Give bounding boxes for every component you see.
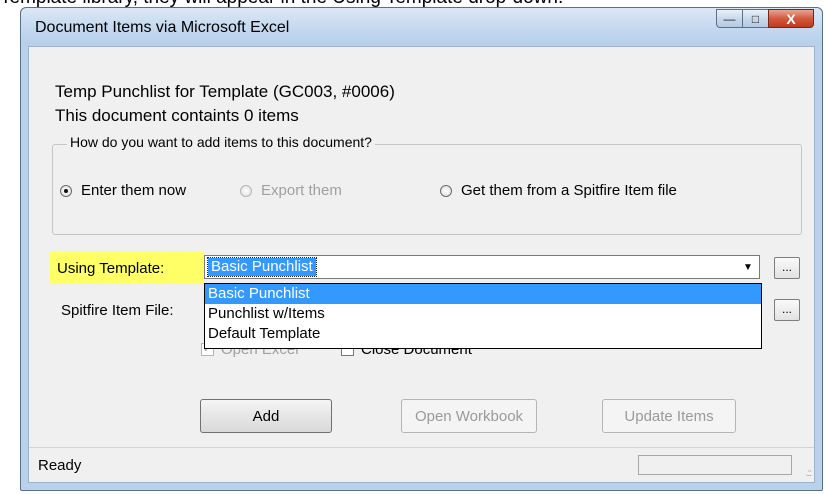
dialog-window: Document Items via Microsoft Excel — □ X… xyxy=(20,7,823,491)
dropdown-option[interactable]: Default Template xyxy=(205,324,761,344)
template-dropdown-list: Basic Punchlist Punchlist w/Items Defaul… xyxy=(204,283,762,349)
document-item-count: This document containts 0 items xyxy=(55,106,299,125)
radio-export[interactable]: Export them xyxy=(240,182,342,199)
add-method-legend: How do you want to add items to this doc… xyxy=(67,134,375,150)
template-browse-button[interactable]: ... xyxy=(774,257,800,279)
dialog-body: Temp Punchlist for Template (GC003, #000… xyxy=(28,46,815,483)
radio-label: Export them xyxy=(261,182,342,199)
radio-item-file[interactable]: Get them from a Spitfire Item file xyxy=(440,182,677,199)
caption-buttons: — □ X xyxy=(716,9,814,29)
window-title: Document Items via Microsoft Excel xyxy=(35,19,290,36)
radio-dot-icon xyxy=(60,184,72,197)
add-button[interactable]: Add xyxy=(200,399,332,433)
status-panel xyxy=(638,455,792,475)
item-file-label: Spitfire Item File: xyxy=(61,302,174,319)
template-label: Using Template: xyxy=(57,260,165,277)
radio-enter-now[interactable]: Enter them now xyxy=(60,182,186,199)
radio-label: Get them from a Spitfire Item file xyxy=(461,182,677,199)
item-file-browse-button[interactable]: ... xyxy=(774,299,800,321)
close-button[interactable]: X xyxy=(768,9,814,28)
open-workbook-button[interactable]: Open Workbook xyxy=(401,399,537,433)
minimize-button[interactable]: — xyxy=(716,9,742,28)
radio-dot-icon xyxy=(440,184,452,197)
radio-label: Enter them now xyxy=(81,182,187,199)
resize-grip-icon[interactable]: .:: xyxy=(806,468,812,479)
document-title: Temp Punchlist for Template (GC003, #000… xyxy=(55,82,395,101)
template-selected-value: Basic Punchlist xyxy=(207,257,317,277)
status-bar: Ready .:: xyxy=(29,447,814,482)
status-text: Ready xyxy=(38,457,82,474)
maximize-button[interactable]: □ xyxy=(742,9,768,28)
update-items-button[interactable]: Update Items xyxy=(602,399,736,433)
title-bar: Document Items via Microsoft Excel — □ X xyxy=(21,8,822,46)
chevron-down-icon[interactable]: ▼ xyxy=(738,257,758,277)
radio-dot-icon xyxy=(240,184,252,197)
template-select[interactable]: Basic Punchlist ▼ xyxy=(204,255,760,279)
dropdown-option[interactable]: Punchlist w/Items xyxy=(205,304,761,324)
dropdown-option[interactable]: Basic Punchlist xyxy=(205,284,761,304)
